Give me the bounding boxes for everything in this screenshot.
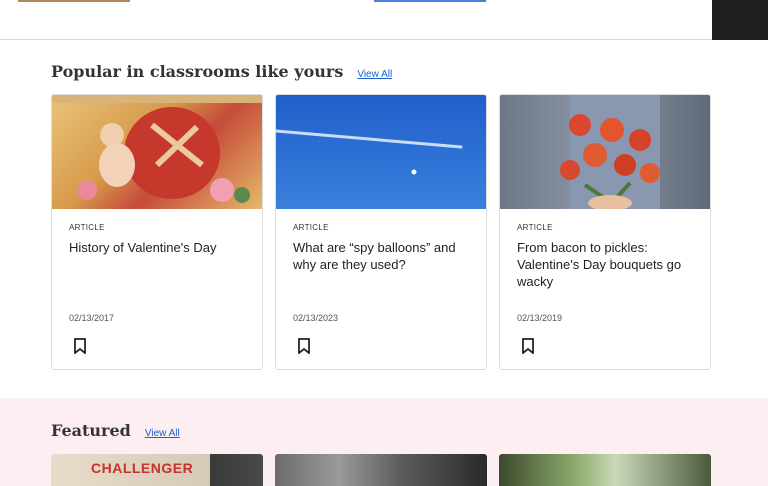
card-date: 02/13/2023 bbox=[293, 313, 339, 323]
banner-text: CHALLENGER bbox=[91, 460, 194, 476]
card-date: 02/13/2019 bbox=[517, 313, 563, 323]
content-type: ARTICLE bbox=[293, 223, 329, 232]
popular-card-list: ARTICLE History of Valentine's Day 02/13… bbox=[51, 94, 711, 370]
card-image bbox=[276, 95, 486, 209]
button-edge[interactable] bbox=[374, 0, 486, 2]
card-title[interactable]: What are “spy balloons” and why are they… bbox=[293, 239, 473, 273]
card-title[interactable]: From bacon to pickles: Valentine's Day b… bbox=[517, 239, 697, 290]
featured-card[interactable] bbox=[275, 454, 487, 486]
section-title: Popular in classrooms like yours bbox=[51, 62, 344, 81]
popular-section-header: Popular in classrooms like yours View Al… bbox=[51, 62, 392, 81]
featured-card-list: CHALLENGER bbox=[51, 454, 711, 486]
featured-card[interactable]: CHALLENGER bbox=[51, 454, 263, 486]
featured-section-header: Featured View All bbox=[51, 421, 180, 440]
card-image bbox=[500, 95, 710, 209]
featured-card[interactable] bbox=[499, 454, 711, 486]
card-title[interactable]: History of Valentine's Day bbox=[69, 239, 249, 256]
article-card[interactable]: ARTICLE What are “spy balloons” and why … bbox=[275, 94, 487, 370]
card-image bbox=[52, 95, 262, 209]
card-date: 02/13/2017 bbox=[69, 313, 115, 323]
content-type: ARTICLE bbox=[69, 223, 105, 232]
bookmark-icon[interactable] bbox=[297, 338, 311, 354]
content-type: ARTICLE bbox=[517, 223, 553, 232]
dark-panel bbox=[712, 0, 768, 40]
article-card[interactable]: ARTICLE From bacon to pickles: Valentine… bbox=[499, 94, 711, 370]
view-all-link[interactable]: View All bbox=[145, 428, 180, 439]
article-card[interactable]: ARTICLE History of Valentine's Day 02/13… bbox=[51, 94, 263, 370]
top-strip bbox=[0, 0, 768, 40]
bookmark-icon[interactable] bbox=[73, 338, 87, 354]
bookmark-icon[interactable] bbox=[521, 338, 535, 354]
view-all-link[interactable]: View All bbox=[357, 69, 392, 80]
thumbnail-edge bbox=[18, 0, 130, 2]
section-title: Featured bbox=[51, 421, 131, 440]
